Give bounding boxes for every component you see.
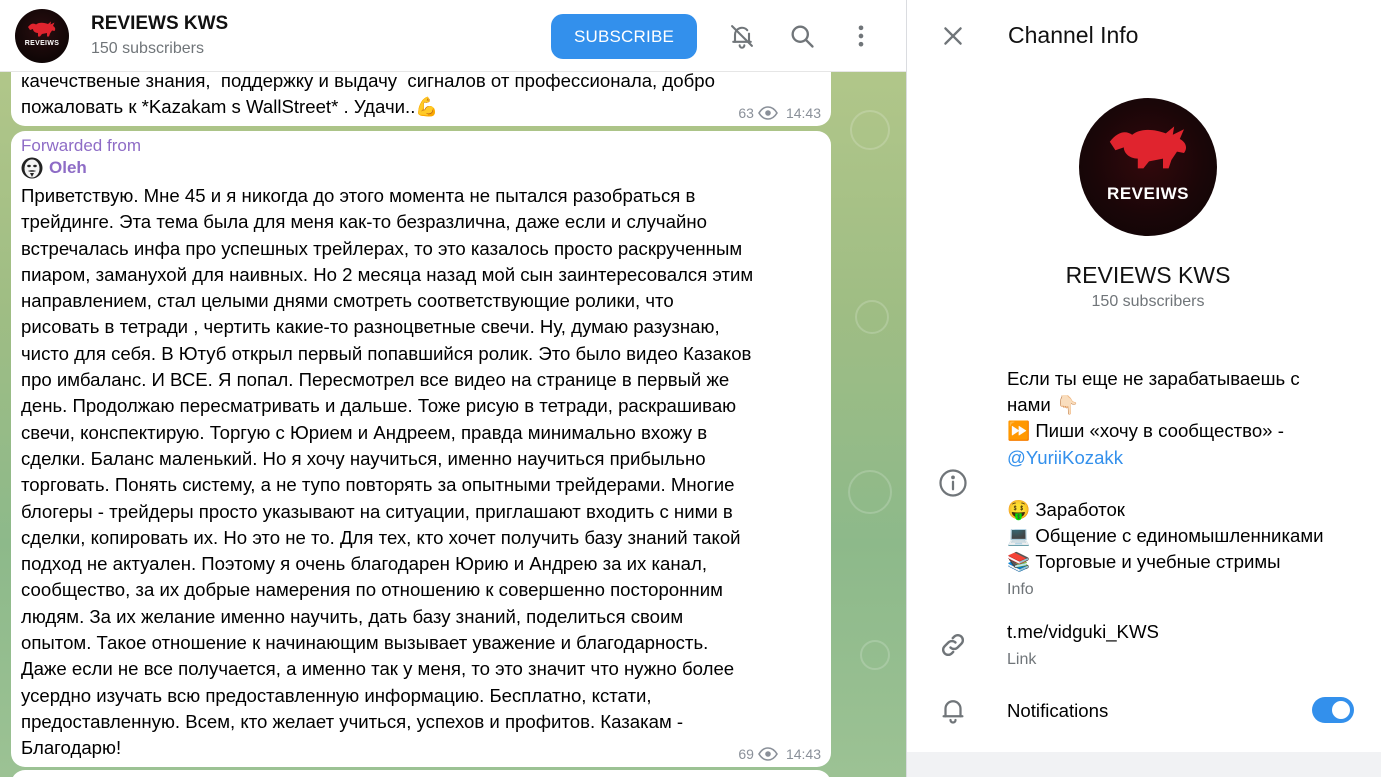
view-count: 69 — [738, 746, 754, 762]
bull-logo-icon — [28, 21, 56, 37]
channel-avatar-large[interactable]: REVEIWS — [1079, 98, 1217, 236]
notifications-label: Notifications — [1007, 700, 1109, 721]
description-bullet: 📚 Торговые и учебные стримы — [1007, 551, 1281, 573]
channel-description: Если ты еще не зарабатываешь с нами 👇🏻 ⏩… — [1007, 366, 1367, 576]
channel-name: REVIEWS KWS — [1065, 262, 1231, 288]
message-time: 14:43 — [785, 105, 821, 121]
panel-bottom-divider — [907, 752, 1381, 777]
chat-area: REVEIWS REVIEWS KWS 150 subscribers SUBS… — [0, 0, 906, 777]
message-bubble[interactable]: Forwarded from Oleh Приветствую. Мне 45 … — [11, 131, 831, 767]
description-line: нами 👇🏻 — [1007, 394, 1080, 416]
bell-muted-icon[interactable] — [728, 22, 756, 50]
toggle-knob — [1330, 699, 1352, 721]
description-line: ⏩ Пиши «хочу в сообщество» - — [1007, 420, 1284, 442]
notifications-toggle[interactable] — [1312, 697, 1354, 723]
forwarded-author-name: Oleh — [49, 158, 87, 177]
description-username-link[interactable]: @YuriiKozakk — [1007, 445, 1367, 471]
description-caption: Info — [1007, 581, 1034, 598]
avatar-brand-text: REVEIWS — [24, 40, 60, 47]
channel-subscribers: 150 subscribers — [91, 40, 204, 57]
channel-subscribers: 150 subscribers — [1091, 293, 1205, 310]
info-icon — [938, 468, 968, 498]
forwarded-author[interactable]: Oleh — [21, 157, 87, 179]
description-bullet: 🤑 Заработок — [1007, 499, 1125, 520]
channel-info-panel: Channel Info REVEIWS REVIEWS KWS 150 sub… — [906, 0, 1381, 777]
message-meta: 69 14:43 — [738, 746, 821, 762]
panel-title: Channel Info — [1008, 22, 1139, 48]
bell-icon — [938, 695, 968, 725]
wallpaper-doodle — [850, 110, 890, 150]
message-meta: 63 14:43 — [738, 105, 821, 121]
mask-avatar-icon — [21, 157, 43, 179]
eye-icon — [758, 747, 778, 761]
close-icon[interactable] — [940, 23, 966, 49]
description-bullet: 💻 Общение с единомышленниками — [1007, 525, 1324, 547]
channel-title[interactable]: REVIEWS KWS — [91, 13, 228, 35]
forwarded-label: Forwarded from — [21, 136, 141, 155]
message-text: качечственые знания, поддержку и выдачу … — [21, 70, 715, 118]
description-line: Если ты еще не зарабатываешь с — [1007, 368, 1300, 389]
bull-logo-icon — [1109, 126, 1187, 169]
link-caption: Link — [1007, 651, 1037, 668]
message-time: 14:43 — [785, 746, 821, 762]
avatar-brand-text: REVEIWS — [1107, 184, 1189, 203]
link-icon — [938, 630, 968, 660]
channel-link[interactable]: t.me/vidguki_KWS — [1007, 621, 1159, 643]
wallpaper-doodle — [855, 300, 889, 334]
more-vertical-icon[interactable] — [847, 22, 875, 50]
eye-icon — [758, 106, 778, 120]
message-text: Приветствую. Мне 45 и я никогда до этого… — [21, 185, 754, 759]
search-icon[interactable] — [788, 22, 816, 50]
message-bubble[interactable] — [11, 770, 831, 777]
wallpaper-doodle — [848, 470, 892, 514]
channel-avatar[interactable]: REVEIWS — [15, 9, 69, 63]
description-gap — [1007, 471, 1367, 497]
chat-header: REVEIWS REVIEWS KWS 150 subscribers SUBS… — [0, 0, 906, 72]
subscribe-button[interactable]: SUBSCRIBE — [551, 14, 697, 59]
wallpaper-doodle — [860, 640, 890, 670]
view-count: 63 — [738, 105, 754, 121]
